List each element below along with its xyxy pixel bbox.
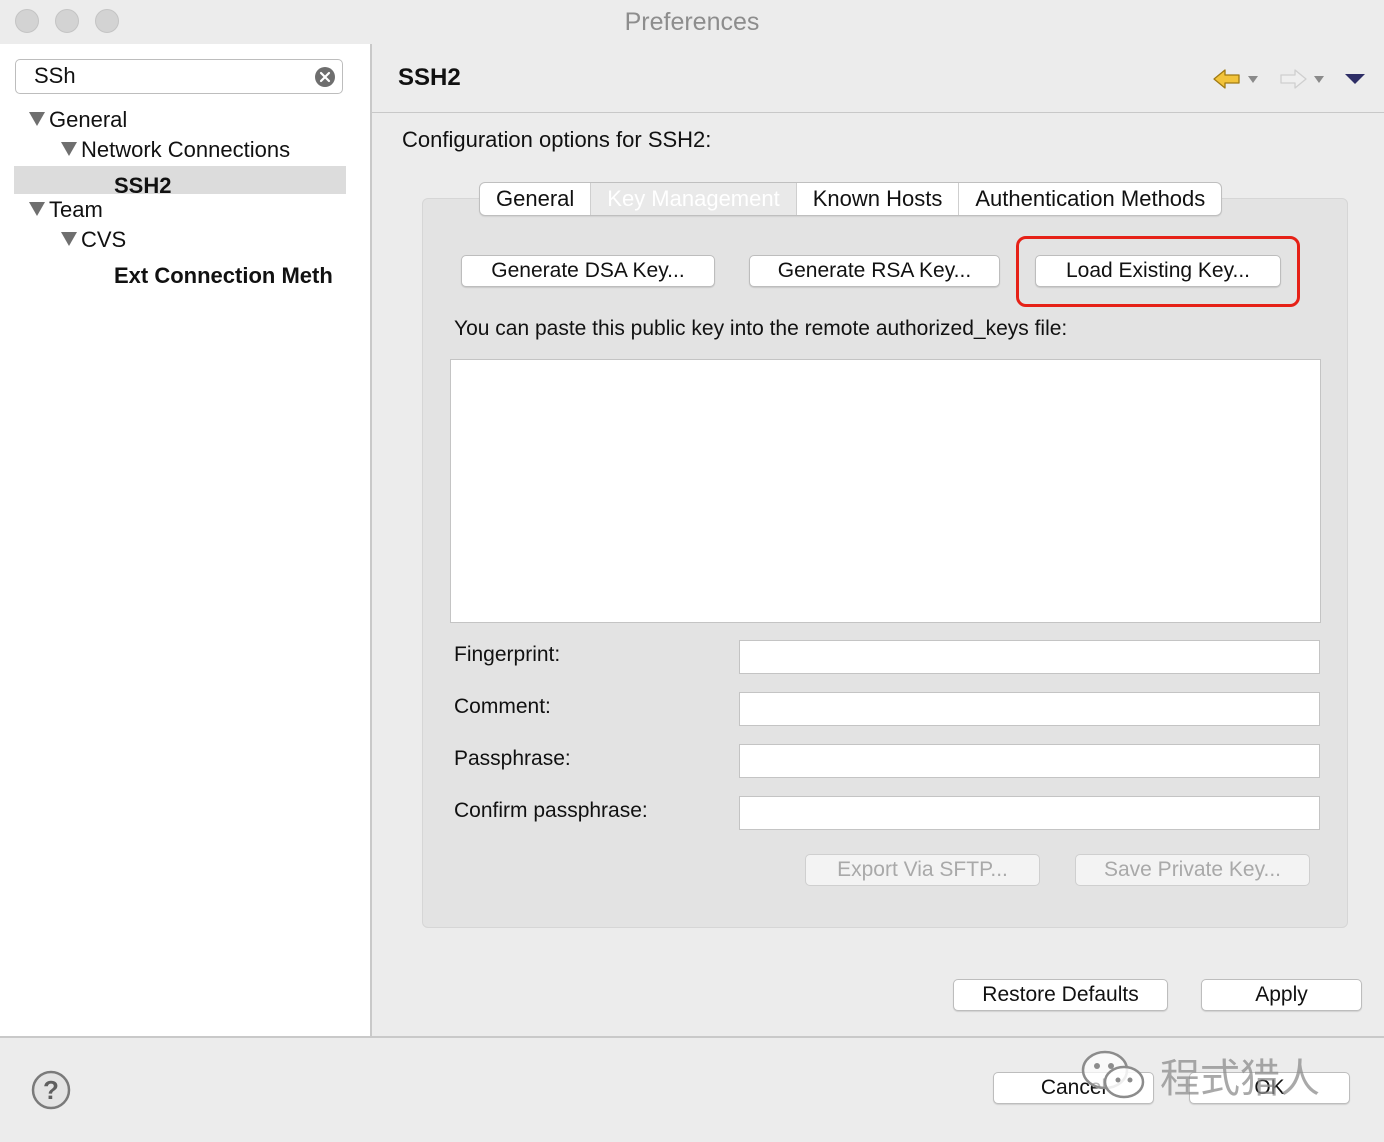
tree-item-team[interactable]: Team	[29, 196, 103, 224]
passphrase-field[interactable]	[739, 744, 1320, 778]
comment-field[interactable]	[739, 692, 1320, 726]
save-private-key-button[interactable]: Save Private Key...	[1075, 854, 1310, 886]
fingerprint-field[interactable]	[739, 640, 1320, 674]
filter-input[interactable]	[34, 63, 304, 89]
watermark-text: 程式猎人	[1160, 1056, 1320, 1102]
tree-item-cvs[interactable]: CVS	[61, 226, 126, 254]
annotation-highlight-box	[1016, 236, 1300, 307]
expand-triangle-icon[interactable]	[29, 112, 45, 126]
comment-label: Comment:	[454, 695, 551, 718]
generate-rsa-key-button[interactable]: Generate RSA Key...	[749, 255, 1000, 287]
fingerprint-label: Fingerprint:	[454, 643, 561, 666]
restore-defaults-button[interactable]: Restore Defaults	[953, 979, 1168, 1011]
expand-triangle-icon[interactable]	[61, 142, 77, 156]
tab-known-hosts[interactable]: Known Hosts	[797, 183, 960, 215]
title-bar: Preferences	[0, 0, 1384, 45]
forward-history-dropdown-icon[interactable]	[1314, 75, 1324, 83]
expand-triangle-icon[interactable]	[29, 202, 45, 216]
public-key-label: You can paste this public key into the r…	[454, 317, 1068, 340]
preferences-tree-pane: General Network Connections SSH2 Team CV…	[0, 44, 372, 1036]
tree-item-general[interactable]: General	[29, 106, 127, 134]
apply-button[interactable]: Apply	[1201, 979, 1362, 1011]
back-arrow-icon[interactable]	[1212, 67, 1242, 91]
confirm-passphrase-field[interactable]	[739, 796, 1320, 830]
tree-selection-highlight	[14, 166, 346, 194]
generate-dsa-key-button[interactable]: Generate DSA Key...	[461, 255, 715, 287]
svg-text:?: ?	[43, 1075, 59, 1105]
filter-field[interactable]	[15, 59, 343, 94]
tab-bar: General Key Management Known Hosts Authe…	[479, 182, 1223, 216]
tree-item-ext-connection-method[interactable]: Ext Connection Meth	[114, 262, 333, 290]
confirm-passphrase-label: Confirm passphrase:	[454, 799, 648, 822]
watermark: 程式猎人	[1078, 1046, 1320, 1104]
page-navigation	[1212, 66, 1366, 92]
tab-authentication-methods[interactable]: Authentication Methods	[959, 183, 1221, 215]
forward-arrow-icon[interactable]	[1278, 67, 1308, 91]
view-menu-icon[interactable]	[1344, 72, 1366, 86]
export-via-sftp-button[interactable]: Export Via SFTP...	[805, 854, 1040, 886]
tab-key-management[interactable]: Key Management	[591, 183, 797, 215]
clear-search-icon[interactable]	[314, 66, 336, 88]
tab-general[interactable]: General	[480, 183, 592, 215]
page-header: SSH2	[372, 44, 1384, 113]
wechat-logo-icon	[1081, 1050, 1145, 1099]
public-key-textarea[interactable]	[450, 359, 1321, 623]
page-description: Configuration options for SSH2:	[402, 127, 712, 152]
back-history-dropdown-icon[interactable]	[1248, 75, 1258, 83]
tree-item-ssh2[interactable]: SSH2	[114, 172, 171, 200]
page-title: SSH2	[398, 64, 461, 91]
window-title: Preferences	[624, 8, 760, 36]
tree-item-network-connections[interactable]: Network Connections	[61, 136, 290, 164]
passphrase-label: Passphrase:	[454, 747, 571, 770]
expand-triangle-icon[interactable]	[61, 232, 77, 246]
dialog-button-bar: ? Cancel OK 程式猎人	[0, 1036, 1384, 1142]
help-icon[interactable]: ?	[31, 1070, 71, 1110]
